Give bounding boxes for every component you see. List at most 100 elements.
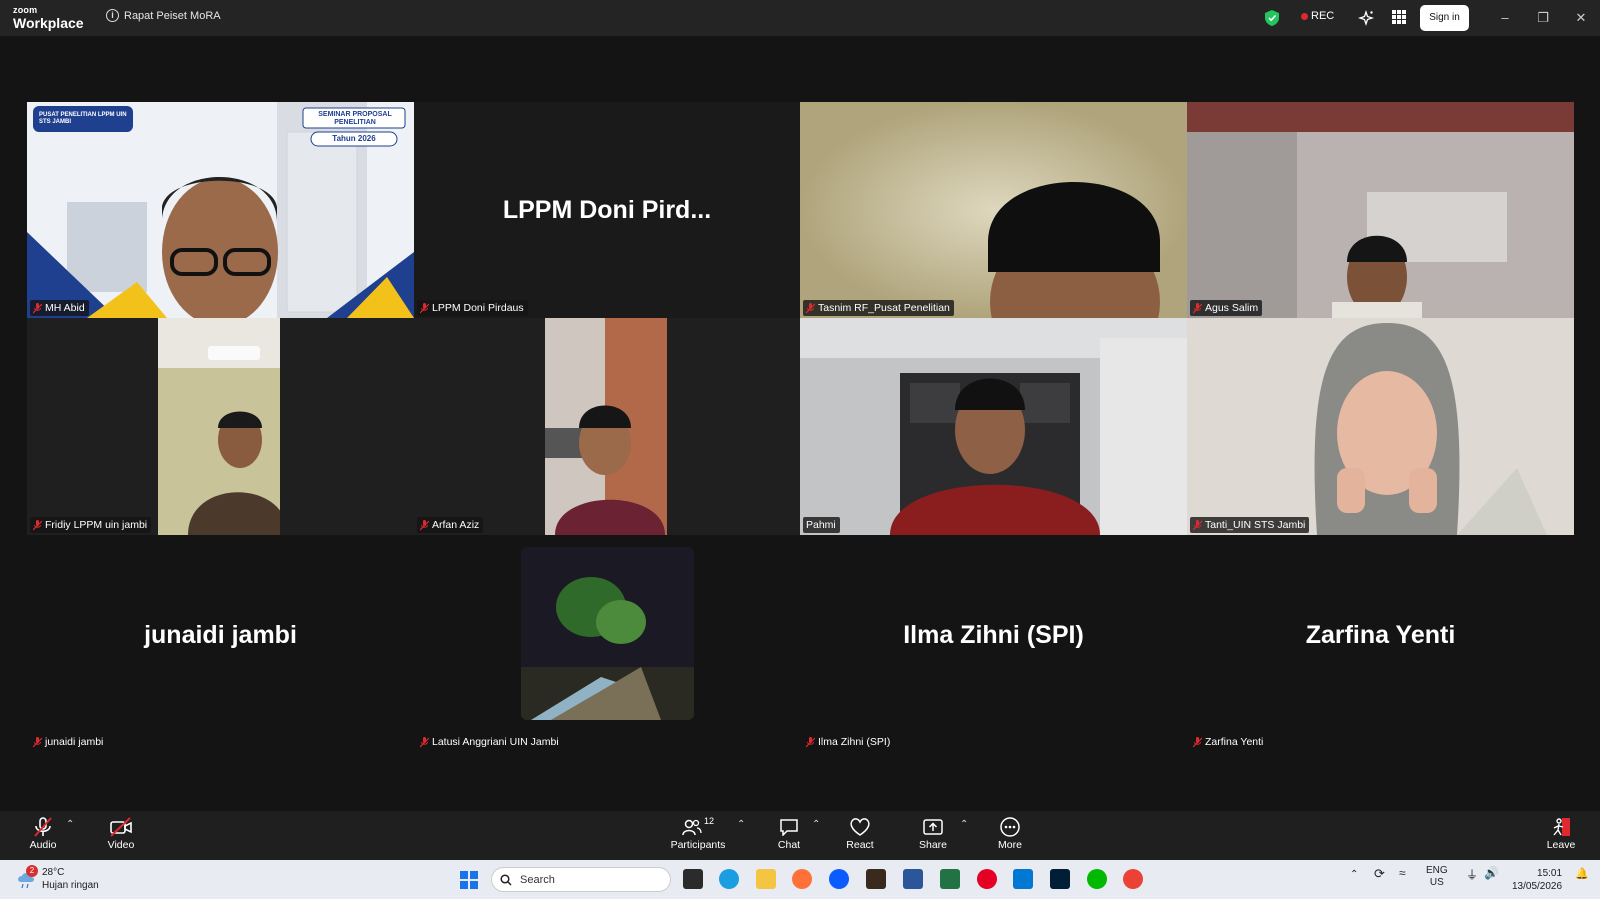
close-icon[interactable]: ✕ — [1571, 8, 1591, 28]
participant-tile[interactable]: Agus Salim — [1187, 102, 1574, 318]
participant-name: Zarfina Yenti — [1205, 736, 1264, 748]
apps-grid-icon[interactable] — [1392, 10, 1406, 24]
participants-count: 12 — [703, 816, 714, 826]
logo-zoom-text: zoom — [13, 5, 38, 15]
edge-browser-icon[interactable] — [719, 869, 739, 889]
language-bottom: US — [1429, 877, 1444, 888]
zoom-app-icon[interactable] — [829, 869, 849, 889]
chat-options-chevron-icon[interactable]: ⌃ — [812, 819, 820, 830]
participant-tile[interactable]: junaidi jambi junaidi jambi — [27, 535, 414, 752]
task-view-icon[interactable] — [683, 869, 703, 889]
chat-button[interactable]: Chat — [776, 815, 802, 851]
participant-tile[interactable]: Fridiy LPPM uin jambi — [27, 318, 414, 535]
participant-tile[interactable]: Ilma Zihni (SPI) Ilma Zihni (SPI) — [800, 535, 1187, 752]
chat-label: Chat — [777, 839, 801, 851]
share-button[interactable]: Share — [918, 815, 948, 851]
share-options-chevron-icon[interactable]: ⌃ — [960, 819, 968, 830]
mic-muted-icon — [806, 736, 815, 747]
network-status-icon[interactable]: ≈ — [1399, 866, 1406, 880]
participant-tile[interactable]: Tasnim RF_Pusat Penelitian — [800, 102, 1187, 318]
participant-name-tag: Latusi Anggriani UIN Jambi — [417, 734, 563, 750]
participants-options-chevron-icon[interactable]: ⌃ — [737, 819, 745, 830]
participant-name: MH Abid — [45, 302, 85, 314]
active-speaker-tile[interactable]: Pahmi — [800, 318, 1187, 535]
leave-button[interactable]: Leave — [1546, 815, 1576, 851]
participants-button[interactable]: 12 Participants — [668, 815, 728, 851]
banner-title-text: SEMINAR PROPOSAL PENELITIAN — [318, 111, 392, 126]
participant-name: junaidi jambi — [45, 736, 104, 748]
encryption-shield-icon[interactable] — [1265, 10, 1279, 26]
line-app-icon[interactable] — [1087, 869, 1107, 889]
language-indicator[interactable]: ENG US — [1426, 865, 1448, 889]
participant-name-tag: Fridiy LPPM uin jambi — [30, 517, 152, 533]
audio-options-chevron-icon[interactable]: ⌃ — [66, 819, 74, 830]
sign-in-button[interactable]: Sign in — [1420, 5, 1469, 31]
participant-tile[interactable]: PUSAT PENELITIAN LPPM UIN STS JAMBI SEMI… — [27, 102, 414, 318]
video-feed — [800, 102, 1187, 318]
language-top: ENG — [1426, 865, 1448, 876]
participant-name-tag: MH Abid — [30, 300, 89, 316]
taskbar-search-input[interactable]: Search — [491, 867, 671, 892]
rec-label: REC — [1311, 10, 1335, 22]
notifications-icon[interactable]: 🔔 — [1575, 867, 1589, 880]
participants-icon — [682, 819, 702, 836]
logo-workplace-text: Workplace — [13, 15, 84, 31]
wifi-icon[interactable]: ⏚ — [1466, 866, 1478, 883]
calendar-app-icon[interactable] — [866, 869, 886, 889]
word-icon[interactable] — [903, 869, 923, 889]
video-button[interactable]: Video — [105, 815, 137, 851]
heart-icon — [850, 818, 870, 836]
mic-muted-icon — [1193, 736, 1202, 747]
calculator-icon[interactable] — [1013, 869, 1033, 889]
audio-label: Audio — [29, 839, 57, 851]
meeting-info[interactable]: i Rapat Peiset MoRA — [106, 9, 221, 22]
participant-tile[interactable]: Zarfina Yenti Zarfina Yenti — [1187, 535, 1574, 752]
participant-tile[interactable]: Tanti_UIN STS Jambi — [1187, 318, 1574, 535]
audio-button[interactable]: Audio — [28, 815, 58, 851]
sync-icon[interactable]: ⟳ — [1374, 866, 1385, 882]
chrome-icon[interactable] — [1123, 869, 1143, 889]
weather-description: Hujan ringan — [42, 880, 99, 891]
system-clock[interactable]: 15:01 13/05/2026 — [1512, 867, 1562, 893]
video-feed — [800, 318, 1187, 535]
restore-icon[interactable]: ❐ — [1533, 8, 1553, 28]
participant-name-tag: Tasnim RF_Pusat Penelitian — [803, 300, 954, 316]
participant-name: Ilma Zihni (SPI) — [818, 736, 891, 748]
profile-picture — [521, 547, 694, 720]
search-placeholder: Search — [520, 873, 555, 886]
recording-indicator[interactable]: REC — [1301, 10, 1334, 22]
pinterest-icon[interactable] — [977, 869, 997, 889]
more-button[interactable]: More — [996, 815, 1024, 851]
minimize-icon[interactable]: – — [1495, 8, 1515, 28]
meeting-toolbar: Audio ⌃ Video 12 Participants ⌃ Chat ⌃ R… — [0, 811, 1600, 860]
excel-icon[interactable] — [940, 869, 960, 889]
participant-name-tag: junaidi jambi — [30, 734, 108, 750]
participant-tile[interactable]: LPPM Doni Pird... LPPM Doni Pirdaus — [414, 102, 800, 318]
mic-muted-icon — [806, 302, 815, 313]
ai-companion-icon[interactable] — [1357, 9, 1375, 27]
participant-name-tag: LPPM Doni Pirdaus — [417, 300, 528, 316]
video-feed — [1187, 102, 1574, 318]
react-button[interactable]: React — [845, 815, 875, 851]
file-explorer-icon[interactable] — [756, 869, 776, 889]
windows-start-icon[interactable] — [460, 871, 478, 889]
volume-icon[interactable]: 🔊 — [1484, 866, 1499, 880]
mic-muted-icon — [1193, 519, 1202, 530]
participant-tile[interactable]: Latusi Anggriani UIN Jambi — [414, 535, 800, 752]
rec-dot-icon — [1301, 12, 1308, 20]
firefox-icon[interactable] — [792, 869, 812, 889]
camera-off-icon — [110, 817, 132, 837]
participant-tile[interactable]: Arfan Aziz — [414, 318, 800, 535]
video-label: Video — [107, 839, 135, 851]
info-icon: i — [106, 9, 119, 22]
video-feed — [158, 318, 280, 535]
banner-year-text: Tahun 2026 — [332, 134, 376, 143]
participant-name: Agus Salim — [1205, 302, 1259, 314]
title-bar: zoom Workplace i Rapat Peiset MoRA REC S… — [0, 0, 1600, 36]
tray-chevron-up-icon[interactable]: ⌃ — [1350, 869, 1358, 880]
os-taskbar: 28°C Hujan ringan 2 Search ⌃ ⟳ ≈ ENG US … — [0, 860, 1600, 899]
participant-name: Fridiy LPPM uin jambi — [45, 519, 148, 531]
react-label: React — [846, 839, 874, 851]
photoshop-icon[interactable] — [1050, 869, 1070, 889]
search-icon — [500, 873, 512, 886]
